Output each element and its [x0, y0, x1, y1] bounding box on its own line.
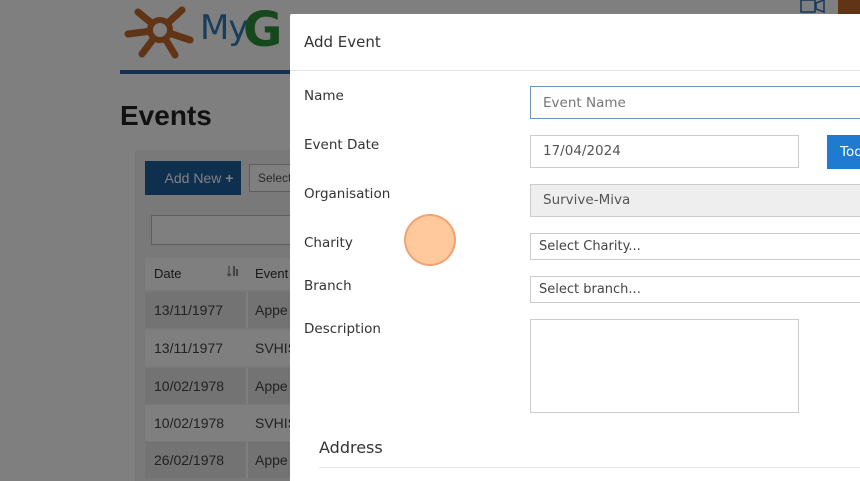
name-label: Name: [304, 88, 344, 104]
description-textarea[interactable]: [530, 319, 799, 413]
address-divider: [319, 467, 860, 468]
event-date-input[interactable]: 17/04/2024: [530, 135, 799, 168]
today-button[interactable]: Toda: [827, 135, 860, 169]
branch-select[interactable]: Select branch...: [530, 276, 860, 303]
modal-header: Add Event: [290, 14, 860, 71]
event-name-input[interactable]: [530, 86, 860, 119]
organisation-field: Survive-Miva: [530, 184, 860, 217]
organisation-label: Organisation: [304, 186, 391, 202]
description-label: Description: [304, 321, 381, 337]
branch-label: Branch: [304, 278, 352, 294]
event-date-label: Event Date: [304, 137, 380, 153]
address-section-title: Address: [319, 438, 383, 457]
charity-select[interactable]: Select Charity...: [530, 233, 860, 260]
charity-label: Charity: [304, 235, 353, 251]
modal-title: Add Event: [304, 33, 381, 51]
cursor-highlight: [404, 214, 456, 266]
add-event-modal: Add Event Name Event Date 17/04/2024 Tod…: [290, 14, 860, 481]
